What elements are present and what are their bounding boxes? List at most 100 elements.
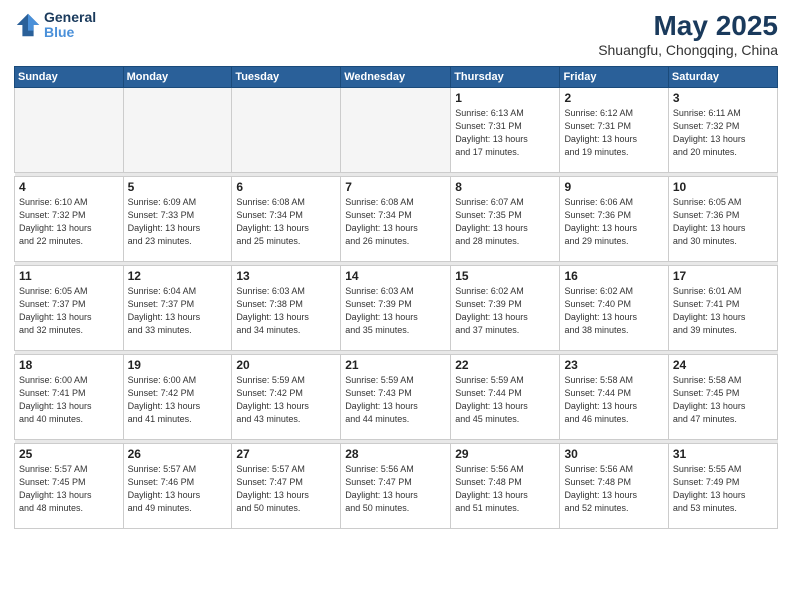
day-info: Sunrise: 6:01 AM Sunset: 7:41 PM Dayligh… [673, 285, 773, 337]
day-info: Sunrise: 6:10 AM Sunset: 7:32 PM Dayligh… [19, 196, 119, 248]
calendar-day-cell: 2 Sunrise: 6:12 AM Sunset: 7:31 PM Daylig… [560, 88, 668, 173]
calendar-day-cell: 20 Sunrise: 5:59 AM Sunset: 7:42 PM Dayli… [232, 355, 341, 440]
calendar-header-friday: Friday [560, 67, 668, 88]
calendar-day-cell: 28 Sunrise: 5:56 AM Sunset: 7:47 PM Dayli… [341, 444, 451, 529]
calendar-day-cell [123, 88, 232, 173]
calendar-day-cell: 22Sunrise: 5:59 AM Sunset: 7:44 PM Dayli… [451, 355, 560, 440]
calendar-day-cell: 10 Sunrise: 6:05 AM Sunset: 7:36 PM Dayli… [668, 177, 777, 262]
day-number: 26 [128, 447, 228, 461]
day-info: Sunrise: 5:59 AM Sunset: 7:42 PM Dayligh… [236, 374, 336, 426]
day-info: Sunrise: 5:59 AM Sunset: 7:43 PM Dayligh… [345, 374, 446, 426]
day-number: 29 [455, 447, 555, 461]
day-info: Sunrise: 6:02 AM Sunset: 7:40 PM Dayligh… [564, 285, 663, 337]
day-number: 9 [564, 180, 663, 194]
calendar-header-monday: Monday [123, 67, 232, 88]
calendar-day-cell: 16 Sunrise: 6:02 AM Sunset: 7:40 PM Dayli… [560, 266, 668, 351]
day-number: 17 [673, 269, 773, 283]
day-info: Sunrise: 6:13 AM Sunset: 7:31 PM Dayligh… [455, 107, 555, 159]
calendar-day-cell: 21Sunrise: 5:59 AM Sunset: 7:43 PM Dayli… [341, 355, 451, 440]
calendar-day-cell: 24Sunrise: 5:58 AM Sunset: 7:45 PM Dayli… [668, 355, 777, 440]
calendar-week-row: 4 Sunrise: 6:10 AM Sunset: 7:32 PM Daylig… [15, 177, 778, 262]
day-number: 19 [128, 358, 228, 372]
month-title: May 2025 [598, 10, 778, 42]
calendar-header-sunday: Sunday [15, 67, 124, 88]
day-info: Sunrise: 6:03 AM Sunset: 7:38 PM Dayligh… [236, 285, 336, 337]
day-info: Sunrise: 5:55 AM Sunset: 7:49 PM Dayligh… [673, 463, 773, 515]
day-number: 15 [455, 269, 555, 283]
calendar-week-row: 11Sunrise: 6:05 AM Sunset: 7:37 PM Dayli… [15, 266, 778, 351]
day-info: Sunrise: 5:57 AM Sunset: 7:46 PM Dayligh… [128, 463, 228, 515]
day-number: 31 [673, 447, 773, 461]
calendar-header-tuesday: Tuesday [232, 67, 341, 88]
day-info: Sunrise: 6:03 AM Sunset: 7:39 PM Dayligh… [345, 285, 446, 337]
calendar-day-cell [232, 88, 341, 173]
day-number: 10 [673, 180, 773, 194]
calendar-day-cell: 9 Sunrise: 6:06 AM Sunset: 7:36 PM Daylig… [560, 177, 668, 262]
calendar-header-saturday: Saturday [668, 67, 777, 88]
calendar-day-cell: 31 Sunrise: 5:55 AM Sunset: 7:49 PM Dayli… [668, 444, 777, 529]
calendar-day-cell [15, 88, 124, 173]
day-info: Sunrise: 5:58 AM Sunset: 7:44 PM Dayligh… [564, 374, 663, 426]
day-number: 1 [455, 91, 555, 105]
day-info: Sunrise: 5:57 AM Sunset: 7:47 PM Dayligh… [236, 463, 336, 515]
calendar-day-cell: 14 Sunrise: 6:03 AM Sunset: 7:39 PM Dayli… [341, 266, 451, 351]
day-info: Sunrise: 6:00 AM Sunset: 7:41 PM Dayligh… [19, 374, 119, 426]
day-info: Sunrise: 5:56 AM Sunset: 7:47 PM Dayligh… [345, 463, 446, 515]
calendar-day-cell: 26 Sunrise: 5:57 AM Sunset: 7:46 PM Dayli… [123, 444, 232, 529]
day-number: 25 [19, 447, 119, 461]
calendar-day-cell: 3 Sunrise: 6:11 AM Sunset: 7:32 PM Daylig… [668, 88, 777, 173]
calendar-day-cell: 17 Sunrise: 6:01 AM Sunset: 7:41 PM Dayli… [668, 266, 777, 351]
calendar-day-cell: 27 Sunrise: 5:57 AM Sunset: 7:47 PM Dayli… [232, 444, 341, 529]
day-number: 13 [236, 269, 336, 283]
day-number: 11 [19, 269, 119, 283]
calendar-header-wednesday: Wednesday [341, 67, 451, 88]
day-number: 14 [345, 269, 446, 283]
calendar-day-cell: 4 Sunrise: 6:10 AM Sunset: 7:32 PM Daylig… [15, 177, 124, 262]
day-info: Sunrise: 6:12 AM Sunset: 7:31 PM Dayligh… [564, 107, 663, 159]
calendar-header-row: SundayMondayTuesdayWednesdayThursdayFrid… [15, 67, 778, 88]
day-info: Sunrise: 6:04 AM Sunset: 7:37 PM Dayligh… [128, 285, 228, 337]
day-number: 7 [345, 180, 446, 194]
day-info: Sunrise: 6:00 AM Sunset: 7:42 PM Dayligh… [128, 374, 228, 426]
calendar-day-cell [341, 88, 451, 173]
day-info: Sunrise: 6:02 AM Sunset: 7:39 PM Dayligh… [455, 285, 555, 337]
calendar-day-cell: 19 Sunrise: 6:00 AM Sunset: 7:42 PM Dayli… [123, 355, 232, 440]
day-number: 22 [455, 358, 555, 372]
logo-text-line1: General [44, 10, 96, 25]
day-number: 12 [128, 269, 228, 283]
day-number: 16 [564, 269, 663, 283]
day-number: 23 [564, 358, 663, 372]
day-number: 6 [236, 180, 336, 194]
calendar-day-cell: 6Sunrise: 6:08 AM Sunset: 7:34 PM Daylig… [232, 177, 341, 262]
day-number: 8 [455, 180, 555, 194]
day-info: Sunrise: 6:05 AM Sunset: 7:36 PM Dayligh… [673, 196, 773, 248]
day-number: 30 [564, 447, 663, 461]
day-info: Sunrise: 6:07 AM Sunset: 7:35 PM Dayligh… [455, 196, 555, 248]
day-info: Sunrise: 5:58 AM Sunset: 7:45 PM Dayligh… [673, 374, 773, 426]
day-number: 28 [345, 447, 446, 461]
day-number: 20 [236, 358, 336, 372]
location-title: Shuangfu, Chongqing, China [598, 42, 778, 58]
calendar-day-cell: 29Sunrise: 5:56 AM Sunset: 7:48 PM Dayli… [451, 444, 560, 529]
calendar-table: SundayMondayTuesdayWednesdayThursdayFrid… [14, 66, 778, 529]
day-info: Sunrise: 5:56 AM Sunset: 7:48 PM Dayligh… [564, 463, 663, 515]
day-number: 27 [236, 447, 336, 461]
calendar-day-cell: 8 Sunrise: 6:07 AM Sunset: 7:35 PM Daylig… [451, 177, 560, 262]
day-info: Sunrise: 6:09 AM Sunset: 7:33 PM Dayligh… [128, 196, 228, 248]
calendar-week-row: 18Sunrise: 6:00 AM Sunset: 7:41 PM Dayli… [15, 355, 778, 440]
page-container: General Blue May 2025 Shuangfu, Chongqin… [0, 0, 792, 539]
logo-icon [14, 11, 42, 39]
day-number: 2 [564, 91, 663, 105]
day-number: 4 [19, 180, 119, 194]
day-info: Sunrise: 6:08 AM Sunset: 7:34 PM Dayligh… [345, 196, 446, 248]
calendar-day-cell: 15 Sunrise: 6:02 AM Sunset: 7:39 PM Dayli… [451, 266, 560, 351]
logo-text-line2: Blue [44, 25, 96, 40]
calendar-day-cell: 7 Sunrise: 6:08 AM Sunset: 7:34 PM Daylig… [341, 177, 451, 262]
calendar-week-row: 1 Sunrise: 6:13 AM Sunset: 7:31 PM Daylig… [15, 88, 778, 173]
day-info: Sunrise: 6:06 AM Sunset: 7:36 PM Dayligh… [564, 196, 663, 248]
calendar-day-cell: 25Sunrise: 5:57 AM Sunset: 7:45 PM Dayli… [15, 444, 124, 529]
day-info: Sunrise: 6:11 AM Sunset: 7:32 PM Dayligh… [673, 107, 773, 159]
calendar-day-cell: 11Sunrise: 6:05 AM Sunset: 7:37 PM Dayli… [15, 266, 124, 351]
day-number: 3 [673, 91, 773, 105]
calendar-day-cell: 1 Sunrise: 6:13 AM Sunset: 7:31 PM Daylig… [451, 88, 560, 173]
